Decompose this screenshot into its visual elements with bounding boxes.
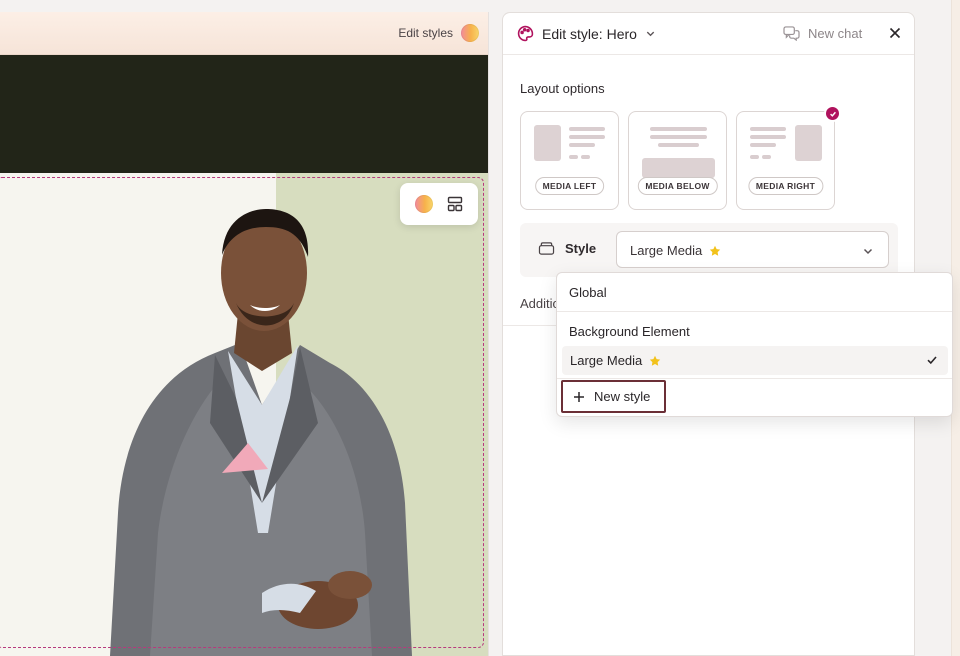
chevron-down-icon — [646, 31, 655, 37]
layout-option-label: MEDIA BELOW — [637, 177, 718, 195]
layout-icon — [447, 196, 462, 212]
hero-style-button[interactable] — [413, 193, 435, 215]
additional-section-label: Additio — [520, 296, 560, 311]
layout-thumb-line — [650, 135, 707, 139]
style-select-value-text: Large Media — [630, 243, 703, 258]
style-dropdown-menu: Global Background Element Large Media Ne… — [556, 272, 953, 417]
new-chat-label: New chat — [808, 26, 863, 41]
new-style-label: New style — [594, 389, 651, 404]
checkmark-icon — [927, 356, 937, 365]
chat-bubbles-icon — [783, 26, 800, 41]
layout-thumb-line — [581, 155, 590, 159]
edit-styles-label: Edit styles — [398, 26, 453, 40]
layout-option-media-below[interactable]: MEDIA BELOW — [628, 111, 727, 210]
layout-thumb-line — [569, 135, 605, 139]
star-icon — [710, 245, 721, 256]
edit-styles-button[interactable]: Edit styles — [398, 24, 479, 42]
layers-icon — [538, 242, 555, 255]
hero-section[interactable] — [0, 173, 488, 656]
header-section[interactable] — [0, 55, 488, 173]
selected-check-icon — [824, 105, 841, 122]
layout-thumb-line — [658, 143, 699, 147]
layout-thumb-media — [642, 158, 715, 178]
page-canvas: Edit styles — [0, 12, 489, 656]
layout-thumb-line — [569, 143, 595, 147]
new-chat-button[interactable]: New chat — [783, 26, 862, 41]
palette-icon — [517, 25, 534, 42]
canvas-toolbar: Edit styles — [0, 12, 488, 55]
dropdown-option-background-element[interactable]: Background Element — [569, 324, 690, 339]
dropdown-divider — [557, 378, 952, 379]
dropdown-option-large-media[interactable]: Large Media — [562, 346, 948, 375]
color-palette-icon — [461, 24, 479, 42]
layout-thumb-line — [762, 155, 771, 159]
panel-header: Edit style: Hero New chat — [503, 13, 914, 55]
hero-floating-toolbar — [400, 183, 478, 225]
style-row: Style Large Media — [520, 223, 898, 277]
hero-layout-button[interactable] — [444, 193, 466, 215]
layout-thumb-line — [750, 127, 786, 131]
layout-options-heading: Layout options — [520, 81, 605, 96]
layout-option-label: MEDIA RIGHT — [747, 177, 824, 195]
layout-thumb-media — [534, 125, 561, 161]
dropdown-option-label-wrap: Large Media — [570, 353, 661, 368]
style-select[interactable]: Large Media — [616, 231, 889, 268]
close-panel-button[interactable] — [888, 26, 902, 45]
layout-thumb-line — [569, 127, 605, 131]
dropdown-option-label: Large Media — [570, 353, 643, 368]
layout-option-label: MEDIA LEFT — [534, 177, 605, 195]
layout-option-media-right[interactable]: MEDIA RIGHT — [736, 105, 841, 210]
layout-thumb-media — [795, 125, 822, 161]
chevron-down-icon — [863, 248, 873, 255]
star-icon — [650, 355, 661, 366]
dropdown-divider — [557, 311, 952, 312]
plus-icon — [574, 391, 584, 402]
layout-thumb-line — [750, 155, 759, 159]
color-palette-icon — [414, 195, 433, 213]
layout-thumb-line — [750, 143, 776, 147]
layout-thumb-line — [650, 127, 707, 131]
style-label-text: Style — [565, 241, 597, 256]
style-select-value: Large Media — [630, 243, 721, 258]
dropdown-option-global[interactable]: Global — [569, 285, 607, 300]
panel-title: Edit style: Hero — [542, 25, 637, 42]
style-label: Style — [538, 241, 596, 256]
dropdown-option-label: Global — [569, 285, 607, 300]
panel-title-dropdown[interactable]: Edit style: Hero — [517, 25, 656, 42]
dropdown-option-label: Background Element — [569, 324, 690, 339]
close-icon — [889, 27, 901, 39]
layout-thumb-line — [569, 155, 578, 159]
new-style-button[interactable]: New style — [561, 380, 666, 413]
layout-option-media-left[interactable]: MEDIA LEFT — [520, 111, 619, 210]
layout-thumb-line — [750, 135, 786, 139]
hero-person-image — [110, 209, 412, 656]
